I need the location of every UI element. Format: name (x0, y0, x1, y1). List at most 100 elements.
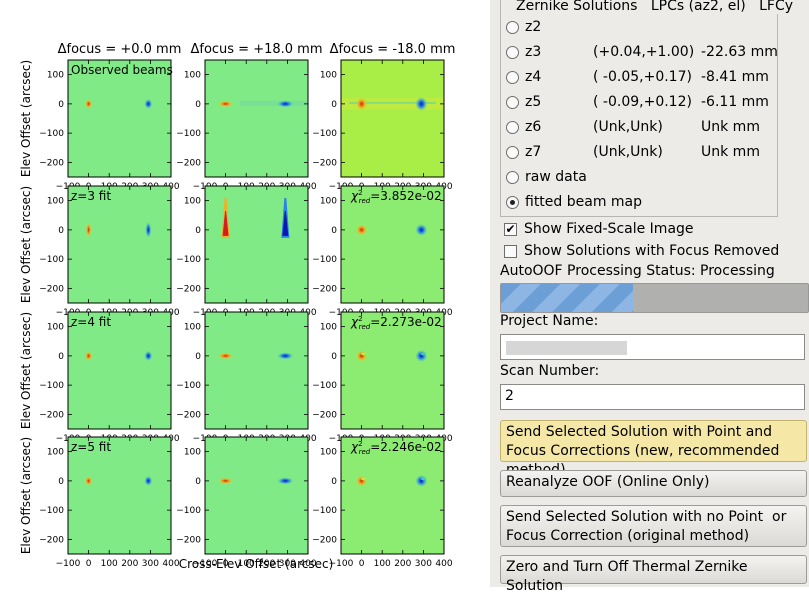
radio-indicator[interactable] (506, 70, 519, 84)
beam-negative (144, 350, 153, 361)
x-tick-label: 0 (359, 559, 365, 569)
radio-indicator[interactable] (506, 20, 519, 34)
y-tick-label: 0 (58, 100, 64, 110)
radio-indicator[interactable] (506, 95, 519, 109)
x-tick-label: 200 (121, 559, 138, 569)
y-tick-label: −200 (176, 535, 201, 545)
beam-positive (85, 221, 92, 238)
y-tick-label: −100 (39, 255, 64, 265)
x-tick-label: 400 (435, 559, 452, 569)
panel-r2-c0: −10001002003004001000−100−200z=4 fit (39, 311, 180, 444)
beam-negative (415, 223, 428, 236)
y-tick-label: 100 (184, 197, 201, 207)
beam-positive (217, 477, 234, 485)
radio-raw-data[interactable]: raw data (506, 166, 587, 188)
y-tick-label: 100 (47, 323, 64, 333)
heatmap-background (341, 437, 444, 554)
panel-r0-c1: −10001002003004001000−100−200 (176, 59, 317, 192)
y-tick-label: 0 (58, 477, 64, 487)
y-tick-label: 100 (184, 71, 201, 81)
send-without-corrections-button[interactable]: Send Selected Solution with no Point or … (500, 505, 807, 547)
beam-positive (217, 352, 234, 360)
heatmap-background (341, 186, 444, 303)
y-tick-label: −200 (312, 284, 337, 294)
x-axis-label: Cross-Elev Offset (arcsec) (179, 557, 334, 571)
radio-indicator[interactable] (506, 145, 519, 159)
row-label-3: z=5 fit (71, 440, 111, 454)
beam-positive (84, 98, 93, 109)
row-label-1: z=3 fit (71, 189, 111, 203)
column-title-0: Δfocus = +0.0 mm (58, 42, 182, 57)
y-tick-label: −200 (312, 158, 337, 168)
scan-number-input[interactable]: 2 (500, 384, 805, 410)
beam-positive (355, 349, 368, 362)
y-tick-label: −100 (176, 506, 201, 516)
beam-stripe (361, 352, 367, 356)
project-name-redacted (506, 341, 627, 355)
heatmap-background (68, 312, 171, 429)
y-tick-label: 100 (184, 448, 201, 458)
y-tick-label: 0 (331, 100, 337, 110)
y-tick-label: −100 (312, 255, 337, 265)
radio-indicator-selected[interactable] (506, 195, 519, 209)
y-tick-label: 100 (320, 197, 337, 207)
panel-r3-c1: −100 0 100 200 300 4001000−100−200 (176, 436, 317, 569)
row-label-2: z=4 fit (71, 315, 111, 329)
y-tick-label: 0 (331, 477, 337, 487)
radio-z3[interactable]: z3 (+0.04,+1.00) -22.63 mm (506, 41, 778, 63)
panel-r1-c0: −10001002003004001000−100−200z=3 fit (39, 185, 180, 318)
checkbox-box[interactable] (504, 244, 517, 258)
zernike-solutions-title: Zernike Solutions LPCs (az2, el) LFCy (515, 0, 795, 14)
radio-z7[interactable]: z7 (Unk,Unk) Unk mm (506, 141, 760, 163)
zero-thermal-zernike-button[interactable]: Zero and Turn Off Thermal Zernike Soluti… (500, 555, 807, 594)
beam-positive (84, 350, 93, 361)
panel-r3-c2: −100 0 100 200 300 4001000−100−200χ2 red=2.246… (312, 436, 453, 569)
panel-r0-c2: −10001002003004001000−100−200 (312, 59, 453, 192)
beam-stripe (420, 352, 426, 356)
control-panel: Zernike Solutions LPCs (az2, el) LFCy z2… (490, 0, 809, 594)
checkbox-fixed-scale[interactable]: ✔ Show Fixed-Scale Image (504, 221, 694, 237)
noise-streak (240, 100, 308, 106)
checkbox-focus-removed[interactable]: Show Solutions with Focus Removed (504, 243, 779, 259)
beam-negative (277, 352, 294, 360)
radio-z5[interactable]: z5 ( -0.09,+0.12) -6.11 mm (506, 91, 769, 113)
y-tick-label: 100 (47, 71, 64, 81)
radio-indicator[interactable] (506, 170, 519, 184)
y-tick-label: 0 (58, 352, 64, 362)
y-tick-label: 100 (320, 448, 337, 458)
radio-z2[interactable]: z2 (506, 16, 593, 38)
beam-negative (415, 349, 428, 362)
y-tick-label: −200 (39, 410, 64, 420)
beam-negative (144, 475, 153, 486)
radio-indicator[interactable] (506, 45, 519, 59)
send-with-corrections-button[interactable]: Send Selected Solution with Point and Fo… (500, 420, 807, 478)
x-tick-label: 0 (86, 559, 92, 569)
x-tick-label: 200 (394, 559, 411, 569)
radio-z6[interactable]: z6 (Unk,Unk) Unk mm (506, 116, 760, 138)
panel-r2-c2: −10001002003004001000−100−200χ2red=2.273… (312, 311, 453, 444)
heatmap-background (341, 60, 444, 177)
beam-positive (355, 223, 368, 236)
panel-r1-c2: −10001002003004001000−100−200χ2red=3.852… (312, 185, 453, 318)
heatmap-background (68, 437, 171, 554)
y-tick-label: −100 (312, 381, 337, 391)
y-tick-label: 0 (195, 477, 201, 487)
processing-status: AutoOOF Processing Status: Processing (500, 263, 775, 279)
y-tick-label: 100 (47, 448, 64, 458)
y-tick-label: 100 (320, 71, 337, 81)
y-tick-label: −100 (39, 381, 64, 391)
checkmark-icon[interactable]: ✔ (504, 222, 517, 236)
y-axis-label-0: Elev Offset (arcsec) (19, 60, 33, 177)
beam-negative (415, 96, 428, 111)
beam-negative (277, 100, 294, 108)
beam-positive (217, 100, 234, 108)
radio-z4[interactable]: z4 ( -0.05,+0.17) -8.41 mm (506, 66, 769, 88)
radio-fitted-beam-map[interactable]: fitted beam map (506, 191, 642, 213)
reanalyze-oof-button[interactable]: Reanalyze OOF (Online Only) (500, 470, 807, 497)
x-tick-label: 400 (162, 559, 179, 569)
radio-indicator[interactable] (506, 120, 519, 134)
x-tick-label: −100 (56, 559, 81, 569)
y-axis-label-3: Elev Offset (arcsec) (19, 437, 33, 554)
beam-positive (355, 474, 368, 487)
project-name-input[interactable] (500, 334, 805, 360)
